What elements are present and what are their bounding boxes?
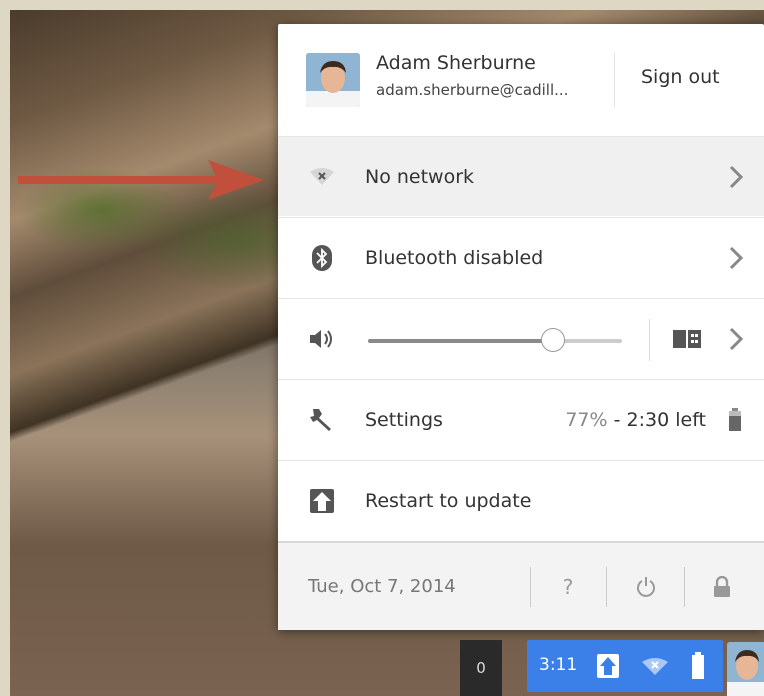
lock-button[interactable] xyxy=(704,569,740,605)
footer-divider xyxy=(606,567,607,607)
battery-time-left: 2:30 left xyxy=(626,408,706,431)
volume-row-divider xyxy=(649,319,650,361)
network-row[interactable]: No network xyxy=(278,136,764,216)
sign-out-button[interactable]: Sign out xyxy=(641,66,720,88)
user-account-row: Adam Sherburne adam.sherburne@cadill... … xyxy=(278,24,764,136)
clock-time: 3:11 xyxy=(539,655,578,675)
settings-label: Settings xyxy=(365,408,443,431)
help-button[interactable]: ? xyxy=(550,569,586,605)
tray-footer: Tue, Oct 7, 2014 ? xyxy=(278,541,764,630)
user-email: adam.sherburne@cadill... xyxy=(376,81,569,99)
volume-slider-knob[interactable] xyxy=(541,328,566,352)
update-row[interactable]: Restart to update xyxy=(278,460,764,540)
battery-separator: - xyxy=(607,408,627,431)
chevron-right-icon[interactable] xyxy=(728,326,744,352)
notification-count-button[interactable]: 0 xyxy=(460,640,502,696)
settings-row[interactable]: Settings 77% - 2:30 left xyxy=(278,379,764,459)
shelf-user-avatar[interactable] xyxy=(727,642,764,696)
network-label: No network xyxy=(365,165,475,188)
update-arrow-icon xyxy=(308,487,336,515)
chevron-right-icon xyxy=(729,165,744,188)
volume-slider[interactable] xyxy=(368,328,622,352)
help-icon: ? xyxy=(562,575,574,599)
notification-count: 0 xyxy=(476,659,486,677)
power-icon xyxy=(637,577,655,597)
wrench-icon xyxy=(308,406,336,434)
battery-icon xyxy=(692,652,704,679)
volume-row xyxy=(278,298,764,378)
bluetooth-label: Bluetooth disabled xyxy=(365,246,544,269)
speaker-icon[interactable] xyxy=(308,325,336,353)
bluetooth-row[interactable]: Bluetooth disabled xyxy=(278,217,764,297)
wifi-disconnected-icon xyxy=(308,163,336,191)
battery-icon xyxy=(728,408,742,436)
footer-divider xyxy=(530,567,531,607)
status-tray-button[interactable]: 3:11 xyxy=(527,640,723,692)
annotation-arrow xyxy=(18,160,264,200)
power-button[interactable] xyxy=(628,569,664,605)
bluetooth-icon xyxy=(308,244,336,272)
update-label: Restart to update xyxy=(365,489,532,512)
wifi-disconnected-icon xyxy=(642,658,668,675)
date-label: Tue, Oct 7, 2014 xyxy=(308,576,456,597)
battery-percent: 77% xyxy=(565,408,608,431)
user-name: Adam Sherburne xyxy=(376,52,536,74)
system-tray-menu: Adam Sherburne adam.sherburne@cadill... … xyxy=(278,24,764,630)
volume-slider-fill xyxy=(368,339,554,343)
chevron-right-icon xyxy=(729,246,744,269)
lock-icon xyxy=(714,576,730,597)
user-avatar xyxy=(306,53,360,107)
update-arrow-icon xyxy=(597,654,619,678)
user-row-divider xyxy=(614,52,615,108)
audio-output-icon[interactable] xyxy=(672,328,702,354)
footer-divider xyxy=(684,567,685,607)
battery-status: 77% - 2:30 left xyxy=(565,409,706,431)
